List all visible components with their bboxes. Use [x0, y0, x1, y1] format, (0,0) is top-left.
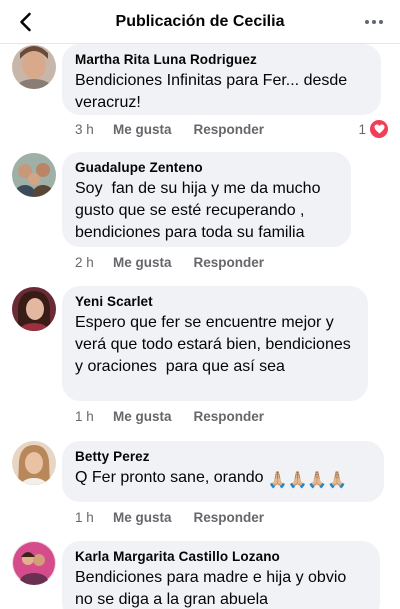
comment-author[interactable]: Betty Perez [75, 448, 372, 466]
avatar[interactable] [12, 441, 56, 485]
comment-author[interactable]: Yeni Scarlet [75, 293, 356, 311]
comment-time: 1 h [75, 409, 94, 424]
praying-hands-icon: 🙏🏼🙏🏼🙏🏼🙏🏼 [267, 472, 348, 489]
reply-button[interactable]: Responder [194, 510, 265, 525]
comment-bubble: Guadalupe Zenteno Soy fan de su hija y m… [62, 152, 351, 247]
comment-actions: 2 h Me gusta Responder [75, 255, 264, 270]
reaction-count: 1 [358, 121, 366, 137]
like-button[interactable]: Me gusta [113, 255, 172, 270]
comment-text: Q Fer pronto sane, orando 🙏🏼🙏🏼🙏🏼🙏🏼 [75, 467, 372, 492]
more-options-icon[interactable] [362, 10, 386, 34]
comment-author[interactable]: Karla Margarita Castillo Lozano [75, 548, 368, 566]
avatar[interactable] [12, 45, 56, 89]
back-arrow-icon[interactable] [14, 10, 38, 34]
comment-text: Soy fan de su hija y me da mucho gusto q… [75, 180, 325, 241]
like-button[interactable]: Me gusta [113, 122, 172, 137]
like-button[interactable]: Me gusta [113, 409, 172, 424]
page-title: Publicación de Cecilia [115, 12, 285, 30]
comments-list: Martha Rita Luna Rodriguez Bendiciones I… [0, 44, 400, 609]
like-button[interactable]: Me gusta [113, 510, 172, 525]
comment-bubble: Yeni Scarlet Espero que fer se encuentre… [62, 286, 368, 401]
reply-button[interactable]: Responder [194, 409, 265, 424]
comment-time: 2 h [75, 255, 94, 270]
avatar[interactable] [12, 287, 56, 331]
comment-time: 3 h [75, 122, 94, 137]
comment-time: 1 h [75, 510, 94, 525]
comment-actions: 1 h Me gusta Responder [75, 510, 264, 525]
comment-text: Bendiciones para madre e hija y obvio no… [75, 569, 351, 608]
reply-button[interactable]: Responder [194, 255, 265, 270]
heart-icon [370, 120, 388, 138]
avatar[interactable] [12, 153, 56, 197]
comment-text: Bendiciones Infinitas para Fer... desde … [75, 72, 352, 111]
reaction-summary[interactable]: 1 [358, 120, 388, 138]
comment-actions: 3 h Me gusta Responder [75, 122, 264, 137]
comment-text: Espero que fer se encuentre mejor y verá… [75, 314, 356, 375]
comment-bubble: Karla Margarita Castillo Lozano Bendicio… [62, 541, 380, 609]
comment-bubble: Betty Perez Q Fer pronto sane, orando 🙏🏼🙏… [62, 441, 384, 502]
top-bar: Publicación de Cecilia [0, 0, 400, 44]
comment-bubble: Martha Rita Luna Rodriguez Bendiciones I… [62, 44, 381, 115]
avatar[interactable] [12, 541, 56, 585]
comment-author[interactable]: Guadalupe Zenteno [75, 159, 339, 177]
comment-author[interactable]: Martha Rita Luna Rodriguez [75, 51, 369, 69]
comment-text-body: Q Fer pronto sane, orando [75, 469, 264, 486]
reply-button[interactable]: Responder [194, 122, 265, 137]
comment-actions: 1 h Me gusta Responder [75, 409, 264, 424]
